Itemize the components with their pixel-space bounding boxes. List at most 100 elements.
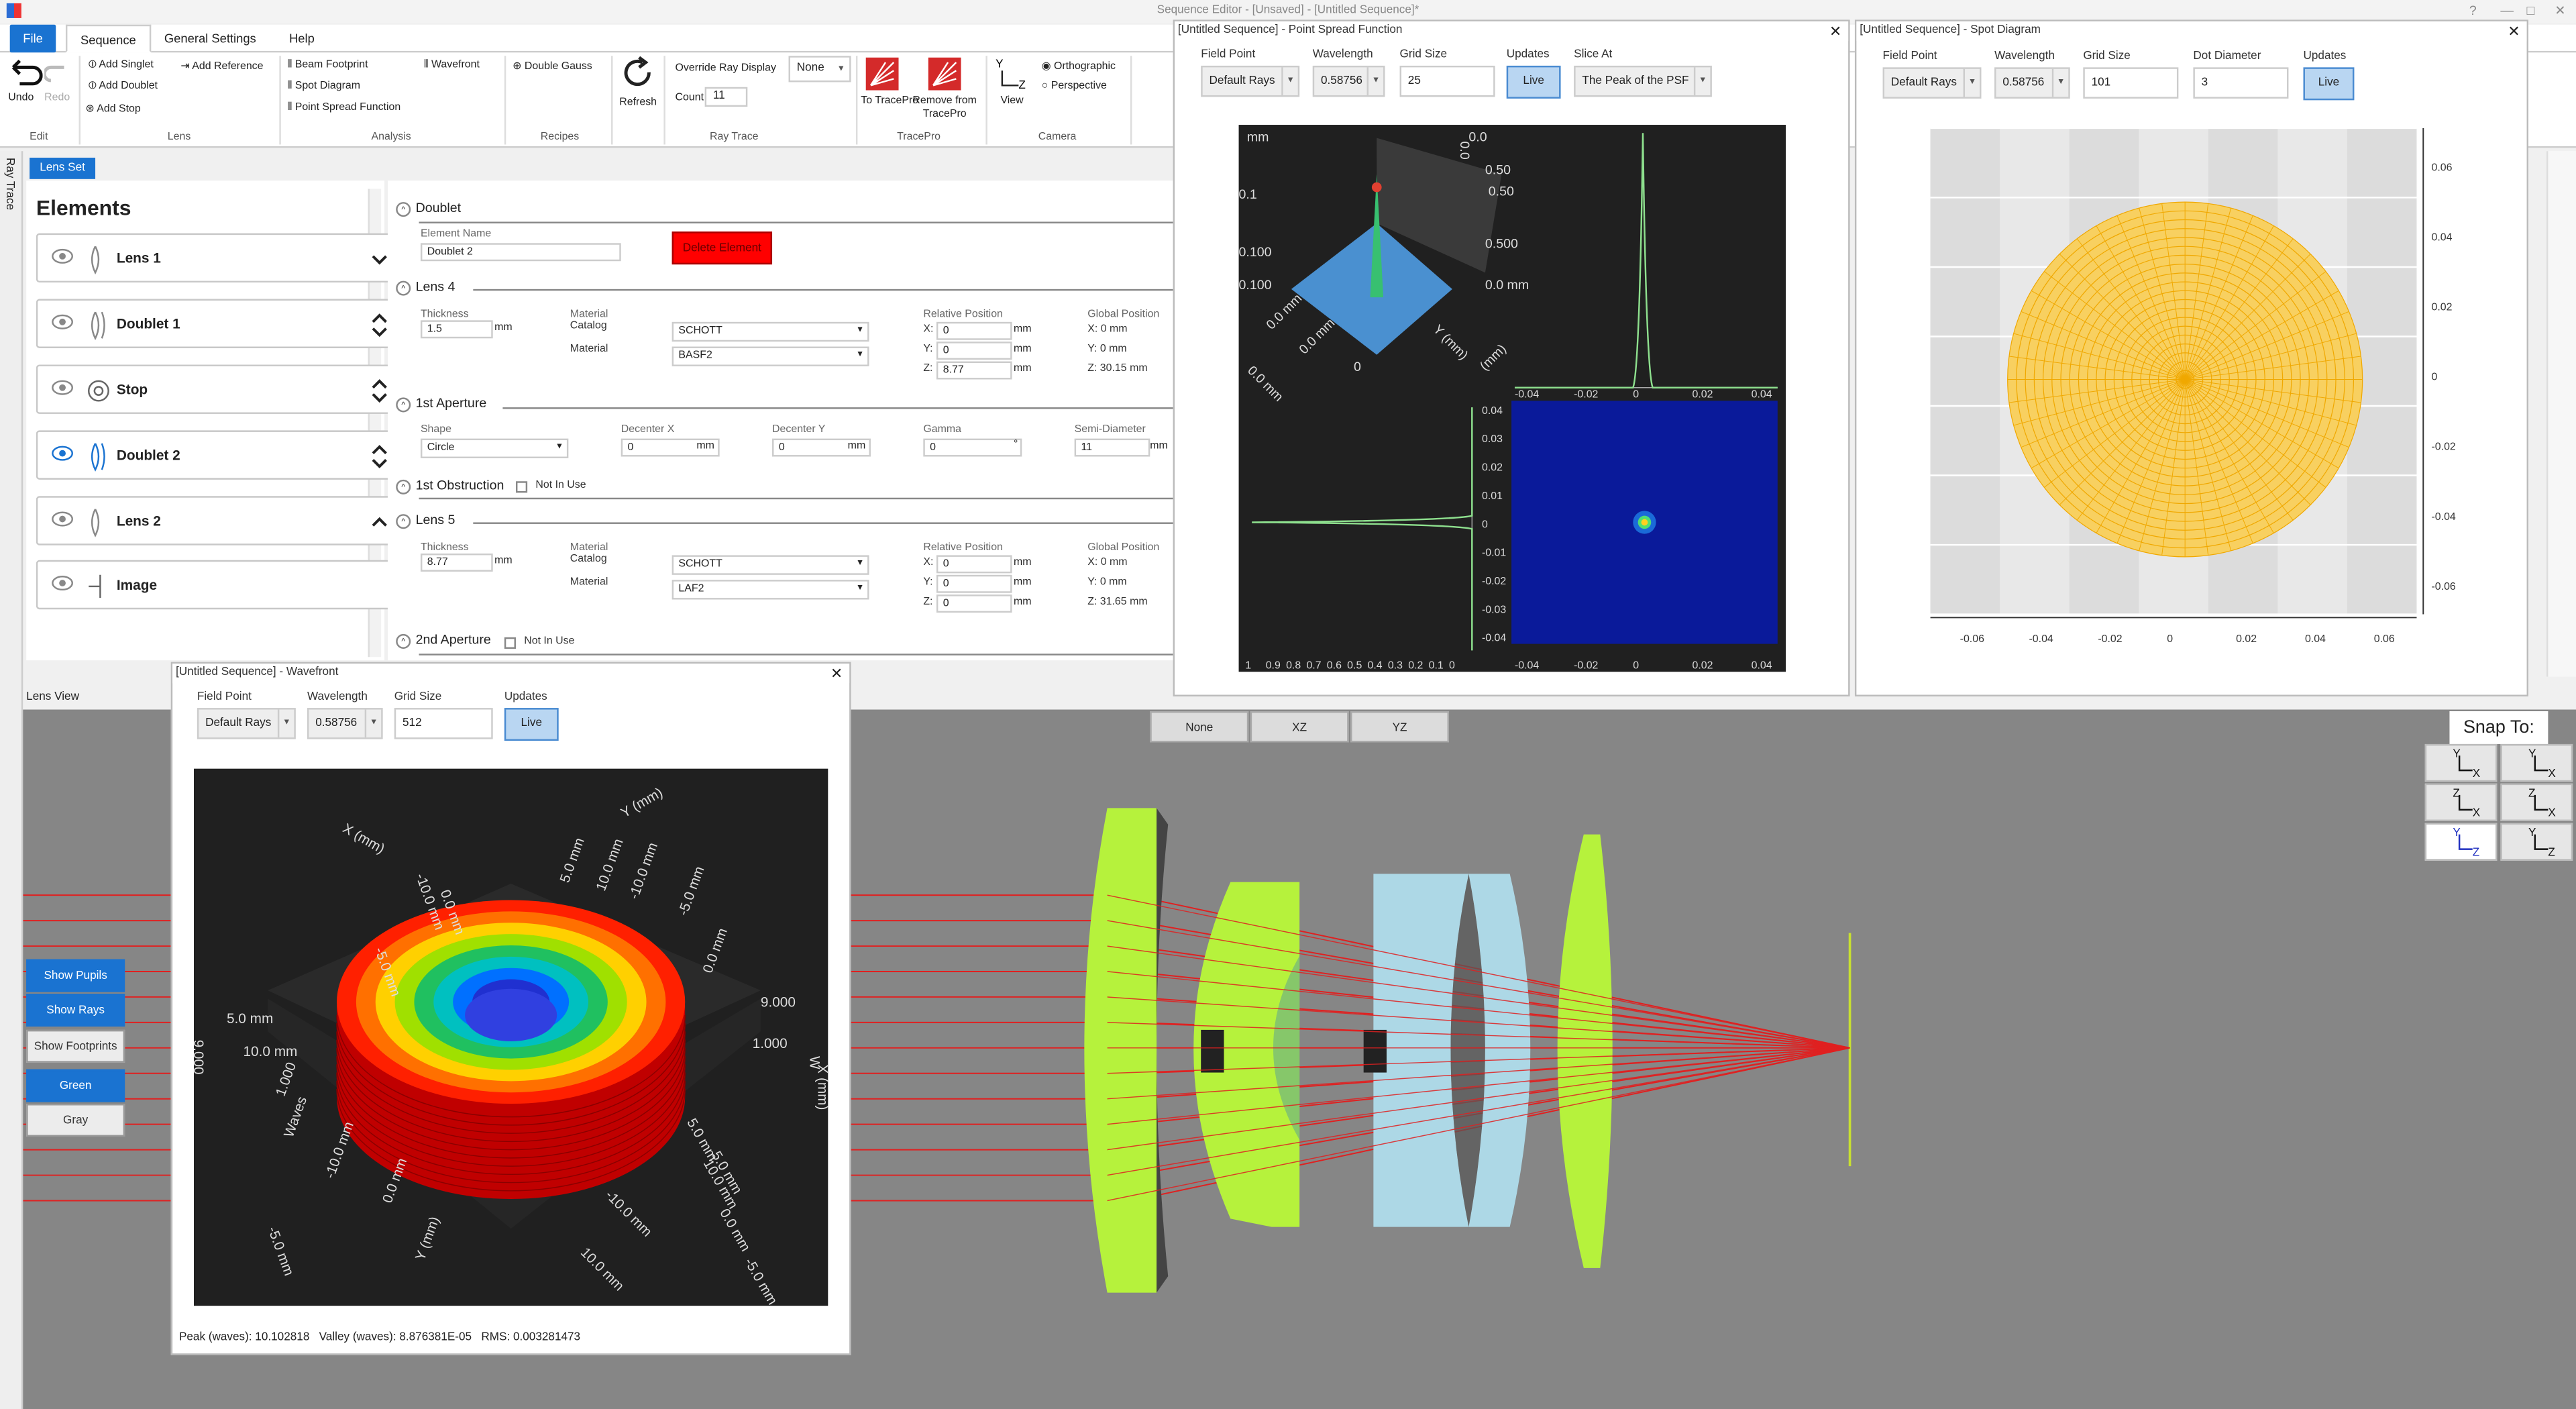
psf-close-button[interactable]: ✕ bbox=[1829, 21, 1841, 41]
menu-help[interactable]: Help bbox=[276, 25, 327, 53]
dropdown-arrow-icon[interactable]: ▼ bbox=[1366, 67, 1383, 95]
not-in-use-checkbox[interactable] bbox=[504, 637, 516, 649]
snap-axis-button[interactable]: ZX bbox=[2500, 783, 2573, 821]
collapse-icon[interactable]: ^ bbox=[396, 514, 411, 529]
semi-diameter-input[interactable]: 11 bbox=[1074, 438, 1150, 457]
view-plane-button[interactable]: YZ bbox=[1350, 711, 1450, 743]
dropdown-arrow-icon[interactable]: ▼ bbox=[1693, 67, 1710, 95]
menu-general-settings[interactable]: General Settings bbox=[151, 25, 269, 53]
psf-grid-size-input[interactable]: 25 bbox=[1399, 65, 1495, 97]
visibility-eye-icon[interactable] bbox=[51, 443, 74, 463]
dropdown-arrow-icon[interactable]: ▼ bbox=[856, 582, 864, 596]
menu-sequence[interactable]: Sequence bbox=[65, 24, 151, 53]
undo-icon[interactable] bbox=[7, 58, 43, 87]
visibility-eye-icon[interactable] bbox=[51, 378, 74, 397]
dropdown-arrow-icon[interactable]: ▼ bbox=[1281, 67, 1297, 95]
override-ray-select[interactable]: None ▼ bbox=[788, 56, 851, 83]
visibility-eye-icon[interactable] bbox=[51, 509, 74, 529]
add-reference-button[interactable]: ⇥ Add Reference bbox=[180, 59, 263, 72]
lens-view-option-button[interactable]: Show Rays bbox=[26, 994, 125, 1027]
orthographic-radio[interactable]: ◉ Orthographic bbox=[1042, 59, 1116, 72]
chevron-icon[interactable] bbox=[370, 507, 389, 537]
live-updates-button[interactable]: Live bbox=[2303, 67, 2355, 101]
not-in-use-checkbox[interactable] bbox=[515, 481, 528, 493]
add-stop-button[interactable]: ⊛ Add Stop bbox=[85, 102, 140, 115]
material-select[interactable]: BASF2 ▼ bbox=[672, 346, 869, 366]
wave-wavelength-select[interactable]: 0.58756 ▼ bbox=[307, 708, 383, 739]
collapse-icon[interactable]: ^ bbox=[396, 479, 411, 494]
visibility-eye-icon[interactable] bbox=[51, 246, 74, 266]
collapse-icon[interactable]: ^ bbox=[396, 202, 411, 217]
remove-tracepro-button[interactable]: Remove from TracePro bbox=[908, 95, 981, 121]
menu-file[interactable]: File bbox=[9, 24, 56, 53]
rel-y-input[interactable]: 0 bbox=[936, 574, 1012, 593]
spot-wavelength-select[interactable]: 0.58756 ▼ bbox=[1994, 67, 2070, 99]
section-1st-obstruction[interactable]: ^ 1st Obstruction bbox=[396, 478, 504, 494]
element-card[interactable]: Doublet 1 bbox=[36, 299, 401, 348]
element-card[interactable]: Doublet 2 bbox=[36, 430, 401, 480]
section-1st-aperture[interactable]: ^ 1st Aperture bbox=[396, 396, 486, 413]
dropdown-arrow-icon[interactable]: ▼ bbox=[1963, 68, 1980, 97]
dropdown-arrow-icon[interactable]: ▼ bbox=[277, 709, 294, 738]
snap-axis-button[interactable]: ZX bbox=[2424, 783, 2498, 821]
visibility-eye-icon[interactable] bbox=[51, 573, 74, 592]
element-card[interactable]: Image bbox=[36, 560, 401, 610]
shape-select[interactable]: Circle ▼ bbox=[420, 438, 569, 458]
snap-axis-button[interactable]: YZ bbox=[2500, 823, 2573, 861]
live-updates-button[interactable]: Live bbox=[504, 708, 559, 741]
rel-x-input[interactable]: 0 bbox=[936, 321, 1012, 340]
add-singlet-button[interactable]: ⦶ Add Singlet bbox=[89, 59, 154, 72]
view-plane-button[interactable]: None bbox=[1150, 711, 1249, 743]
snap-axis-button[interactable]: YX bbox=[2424, 743, 2498, 782]
snap-axis-button[interactable]: YX bbox=[2500, 743, 2573, 782]
section-lens-4[interactable]: ^ Lens 4 bbox=[396, 279, 455, 296]
right-scrollbar[interactable] bbox=[2546, 151, 2576, 677]
add-doublet-button[interactable]: ⦶ Add Doublet bbox=[89, 81, 158, 94]
ray-trace-tab[interactable]: Ray Trace bbox=[3, 158, 15, 210]
rel-z-input[interactable]: 8.77 bbox=[936, 361, 1012, 380]
refresh-button[interactable]: Refresh bbox=[619, 97, 657, 108]
snap-axis-button[interactable]: YZ bbox=[2424, 823, 2498, 861]
wave-field-point-select[interactable]: Default Rays ▼ bbox=[197, 708, 296, 739]
lens-view-option-button[interactable]: Green bbox=[26, 1069, 125, 1102]
lens-view-option-button[interactable]: Gray bbox=[26, 1104, 125, 1137]
rel-z-input[interactable]: 0 bbox=[936, 594, 1012, 613]
visibility-eye-icon[interactable] bbox=[51, 312, 74, 331]
section-lens-5[interactable]: ^ Lens 5 bbox=[396, 513, 455, 529]
rel-y-input[interactable]: 0 bbox=[936, 342, 1012, 360]
spot-close-button[interactable]: ✕ bbox=[2508, 21, 2520, 41]
delete-element-button[interactable]: Delete Element bbox=[672, 231, 773, 265]
catalog-select[interactable]: SCHOTT ▼ bbox=[672, 321, 869, 342]
section-doublet[interactable]: ^ Doublet bbox=[396, 201, 461, 217]
psf-button[interactable]: ⫴ Point Spread Function bbox=[288, 102, 401, 115]
dropdown-arrow-icon[interactable]: ▼ bbox=[856, 323, 864, 338]
collapse-icon[interactable]: ^ bbox=[396, 280, 411, 296]
thickness-input[interactable]: 8.77 bbox=[420, 553, 493, 572]
collapse-icon[interactable]: ^ bbox=[396, 633, 411, 649]
lens-set-tab[interactable]: Lens Set bbox=[30, 158, 96, 179]
lens-view-option-button[interactable]: Show Footprints bbox=[26, 1029, 125, 1063]
spot-field-point-select[interactable]: Default Rays ▼ bbox=[1882, 67, 1982, 99]
double-gauss-button[interactable]: ⊕ Double Gauss bbox=[513, 59, 592, 72]
spot-diagram-button[interactable]: ⫴ Spot Diagram bbox=[288, 81, 360, 94]
perspective-radio[interactable]: ○ Perspective bbox=[1042, 81, 1107, 92]
psf-wavelength-select[interactable]: 0.58756 ▼ bbox=[1312, 65, 1385, 97]
redo-icon[interactable] bbox=[44, 58, 70, 84]
dropdown-arrow-icon[interactable]: ▼ bbox=[856, 348, 864, 363]
spot-grid-size-input[interactable]: 101 bbox=[2083, 67, 2179, 99]
beam-footprint-button[interactable]: ⫴ Beam Footprint bbox=[288, 59, 368, 72]
dropdown-arrow-icon[interactable]: ▼ bbox=[2051, 68, 2068, 97]
element-card[interactable]: Lens 1 bbox=[36, 233, 401, 283]
redo-button[interactable]: Redo bbox=[44, 92, 70, 103]
count-input[interactable]: 11 bbox=[704, 87, 748, 107]
wavefront-button[interactable]: ⫴ Wavefront bbox=[424, 59, 480, 72]
refresh-icon[interactable] bbox=[621, 56, 657, 89]
dropdown-arrow-icon[interactable]: ▼ bbox=[555, 440, 564, 455]
rel-x-input[interactable]: 0 bbox=[936, 555, 1012, 574]
catalog-select[interactable]: SCHOTT ▼ bbox=[672, 555, 869, 575]
view-plane-button[interactable]: XZ bbox=[1250, 711, 1349, 743]
element-card[interactable]: Stop bbox=[36, 364, 401, 414]
dropdown-arrow-icon[interactable]: ▼ bbox=[856, 557, 864, 572]
material-select[interactable]: LAF2 ▼ bbox=[672, 580, 869, 600]
collapse-icon[interactable]: ^ bbox=[396, 397, 411, 413]
